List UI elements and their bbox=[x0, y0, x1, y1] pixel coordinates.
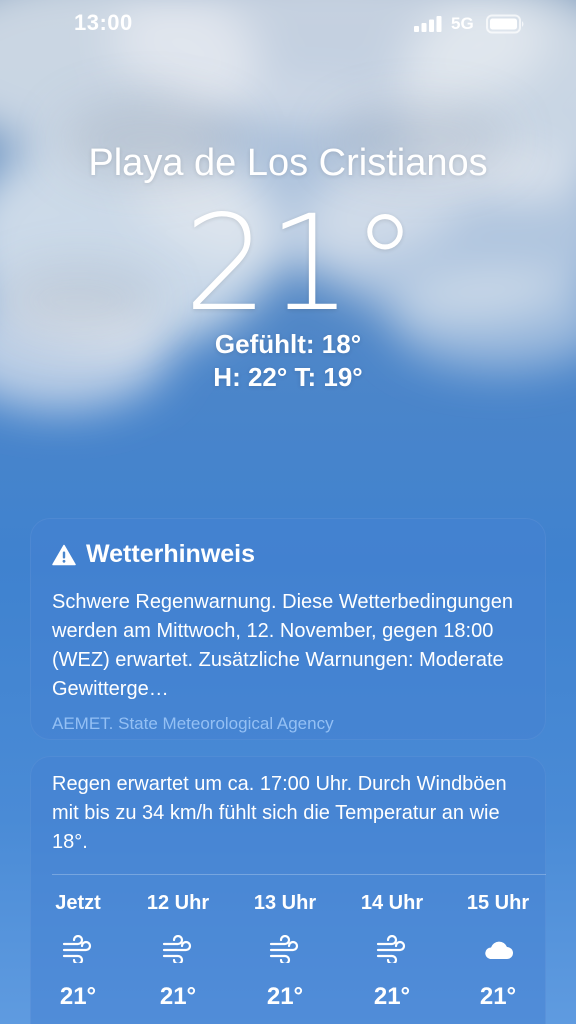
battery-icon bbox=[486, 14, 524, 34]
hour-temperature: 21° bbox=[373, 983, 411, 1010]
status-bar: 13:00 5G bbox=[0, 0, 576, 48]
hour-temperature: 21° bbox=[59, 983, 97, 1010]
hour-item: 13 Uhr 21° bbox=[240, 892, 330, 1011]
hour-label: 15 Uhr bbox=[466, 892, 530, 914]
wind-icon bbox=[162, 935, 192, 963]
hour-item: 15 Uhr 21° bbox=[453, 892, 543, 1011]
hour-label: 13 Uhr bbox=[253, 892, 317, 914]
hour-item: 14 Uhr 21° bbox=[347, 892, 437, 1011]
hour-item: 12 Uhr 21° bbox=[133, 892, 223, 1011]
current-weather: Playa de Los Cristianos 21° Gefühlt: 18°… bbox=[0, 140, 576, 394]
wind-icon bbox=[376, 935, 406, 963]
divider bbox=[52, 874, 546, 875]
hour-label: Jetzt bbox=[55, 892, 101, 914]
hour-label: 12 Uhr bbox=[146, 892, 210, 914]
hour-label: 14 Uhr bbox=[360, 892, 424, 914]
hour-temperature: 21° bbox=[479, 983, 517, 1010]
alert-title: Wetterhinweis bbox=[86, 540, 256, 568]
hour-item: Jetzt 21° bbox=[33, 892, 123, 1011]
current-temperature: 21° bbox=[184, 187, 418, 341]
high-low: H: 22° T: 19° bbox=[213, 362, 363, 392]
hour-temperature: 21° bbox=[159, 983, 197, 1010]
status-time: 13:00 bbox=[74, 10, 133, 35]
forecast-summary: Regen erwartet um ca. 17:00 Uhr. Durch W… bbox=[52, 773, 507, 853]
feels-like: Gefühlt: 18° bbox=[214, 329, 362, 359]
hourly-forecast-card[interactable]: Regen erwartet um ca. 17:00 Uhr. Durch W… bbox=[30, 756, 546, 1024]
wind-icon bbox=[269, 935, 299, 963]
warning-icon bbox=[52, 544, 76, 565]
wind-icon bbox=[62, 935, 92, 963]
alert-source: AEMET. State Meteorological Agency bbox=[52, 714, 334, 733]
location-name: Playa de Los Cristianos bbox=[88, 142, 488, 184]
hour-temperature: 21° bbox=[266, 983, 304, 1010]
weather-alert-card[interactable]: Wetterhinweis Schwere Regenwarnung. Dies… bbox=[30, 518, 546, 740]
signal-strength-icon bbox=[414, 16, 442, 32]
network-type: 5G bbox=[451, 14, 474, 33]
alert-header: Wetterhinweis bbox=[52, 540, 255, 569]
cloud-icon bbox=[485, 941, 513, 959]
alert-description: Schwere Regenwarnung. Diese Wetter­bedin… bbox=[52, 591, 514, 700]
